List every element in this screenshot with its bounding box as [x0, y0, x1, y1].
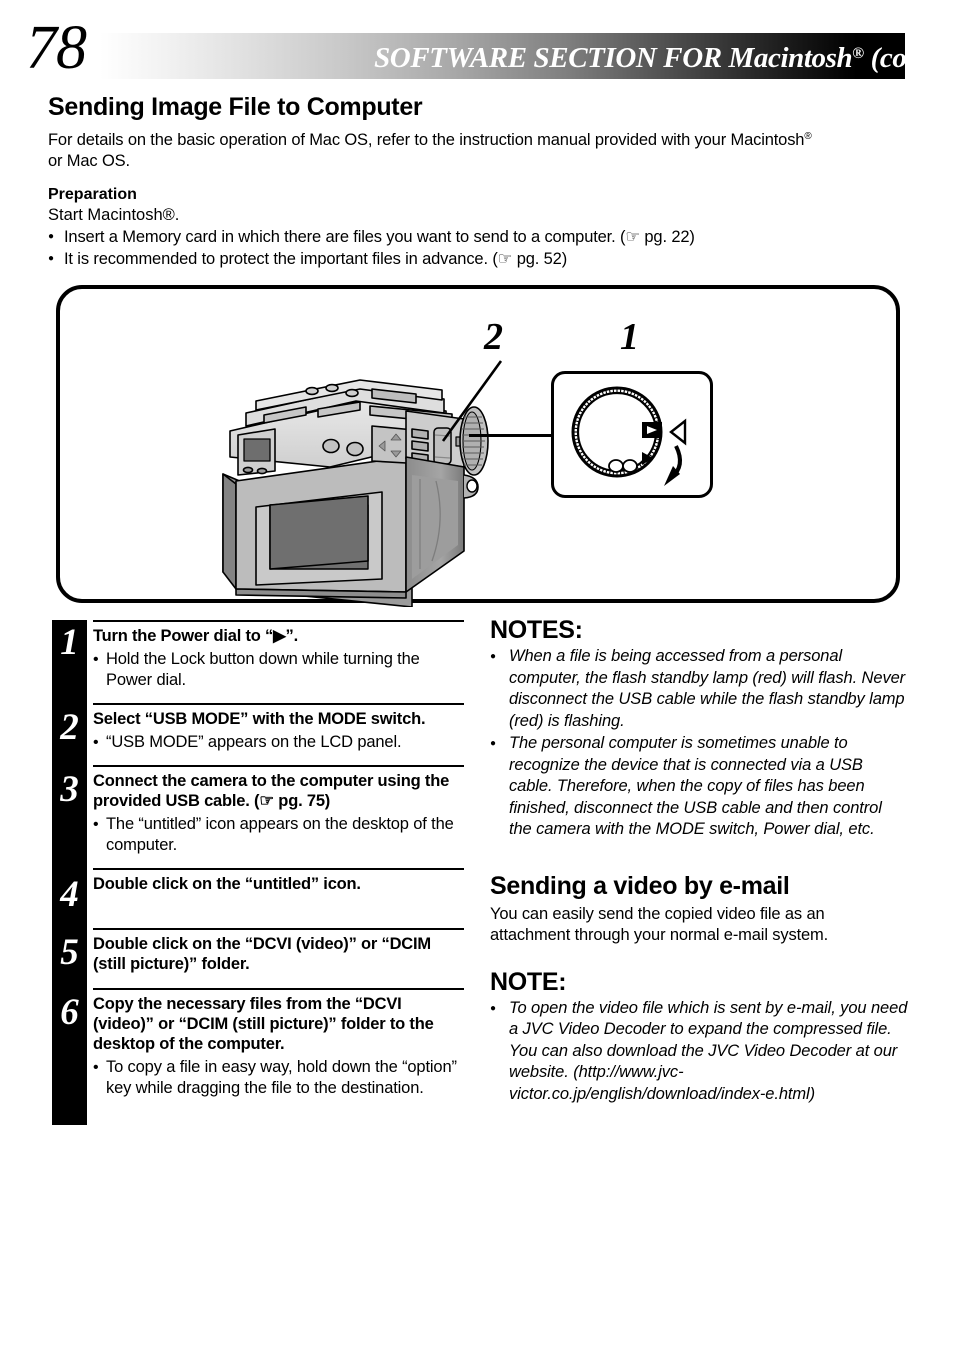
step-item: 1 Turn the Power dial to “▶”. Hold the L…	[52, 620, 464, 703]
step-sub-list: The “untitled” icon appears on the deskt…	[93, 814, 464, 856]
preparation-bullet-list: Insert a Memory card in which there are …	[48, 226, 928, 270]
email-section-paragraph: You can easily send the copied video fil…	[490, 904, 829, 944]
step-number: 3	[60, 769, 79, 810]
page-number: 78	[26, 14, 87, 82]
notes-list: When a file is being accessed from a per…	[490, 646, 908, 841]
right-column: NOTES: When a file is being accessed fro…	[490, 616, 908, 1106]
step-title: Select “USB MODE” with the MODE switch.	[93, 710, 426, 728]
step-title: Connect the camera to the computer using…	[93, 772, 450, 810]
step-item: 3 Connect the camera to the computer usi…	[52, 765, 464, 868]
step-title: Turn the Power dial to “▶”.	[93, 627, 298, 645]
step-title: Copy the necessary files from the “DCVI …	[93, 995, 434, 1053]
registered-mark-icon: ®	[804, 131, 812, 142]
note-list: To open the video file which is sent by …	[490, 998, 908, 1106]
list-item: The personal computer is sometimes unabl…	[490, 733, 908, 841]
list-item: Hold the Lock button down while turning …	[93, 649, 464, 691]
list-item: It is recommended to protect the importa…	[48, 248, 928, 270]
list-item: “USB MODE” appears on the LCD panel.	[93, 732, 464, 753]
step-item: 6 Copy the necessary files from the “DCV…	[52, 988, 464, 1107]
steps-list: 1 Turn the Power dial to “▶”. Hold the L…	[52, 620, 464, 1125]
header-title: SOFTWARE SECTION FOR Macintosh® (cont.)	[374, 36, 946, 76]
step-sub-list: Hold the Lock button down while turning …	[93, 649, 464, 691]
intro-block: Sending Image File to Computer For detai…	[48, 92, 914, 172]
page-header: 78 SOFTWARE SECTION FOR Macintosh® (cont…	[0, 0, 954, 92]
preparation-block: Preparation Start Macintosh®. Insert a M…	[48, 185, 928, 270]
step-number: 6	[60, 992, 79, 1033]
power-dial-illustration	[571, 386, 687, 486]
notes-heading: NOTES:	[490, 616, 583, 644]
preparation-heading: Preparation	[48, 186, 137, 203]
step-title: Double click on the “DCVI (video)” or “D…	[93, 935, 431, 973]
page-title: Sending Image File to Computer	[48, 93, 423, 121]
step-number: 2	[60, 707, 79, 748]
step-sub-list: “USB MODE” appears on the LCD panel.	[93, 732, 464, 753]
list-item: The “untitled” icon appears on the deskt…	[93, 814, 464, 856]
list-item: When a file is being accessed from a per…	[490, 646, 908, 732]
power-dial-closeup-panel	[551, 371, 713, 498]
email-section-title: Sending a video by e-mail	[490, 871, 790, 900]
step-number: 4	[60, 874, 79, 915]
preparation-line: Start Macintosh®.	[48, 206, 180, 224]
step-item: 5 Double click on the “DCVI (video)” or …	[52, 928, 464, 988]
camera-diagram-box: 2 1	[56, 285, 900, 607]
intro-paragraph-part1: For details on the basic operation of Ma…	[48, 131, 805, 149]
step-item: 2 Select “USB MODE” with the MODE switch…	[52, 703, 464, 765]
header-title-main: SOFTWARE SECTION FOR Macintosh	[374, 42, 853, 74]
step-number: 5	[60, 932, 79, 973]
intro-paragraph: For details on the basic operation of Ma…	[48, 126, 914, 172]
step-title: Double click on the “untitled” icon.	[93, 875, 361, 893]
header-title-tail: (cont.)	[863, 42, 947, 74]
camera-illustration	[222, 379, 489, 607]
step-item: 4 Double click on the “untitled” icon.	[52, 868, 464, 928]
registered-mark-icon: ®	[852, 45, 864, 62]
note-heading: NOTE:	[490, 967, 567, 996]
step-sub-list: To copy a file in easy way, hold down th…	[93, 1057, 464, 1099]
step-number: 1	[60, 622, 79, 663]
intro-paragraph-part2: or Mac OS.	[48, 152, 130, 170]
list-item: Insert a Memory card in which there are …	[48, 226, 928, 248]
leader-line-dial	[469, 434, 553, 437]
list-item: To copy a file in easy way, hold down th…	[93, 1057, 464, 1099]
list-item: To open the video file which is sent by …	[490, 998, 908, 1106]
